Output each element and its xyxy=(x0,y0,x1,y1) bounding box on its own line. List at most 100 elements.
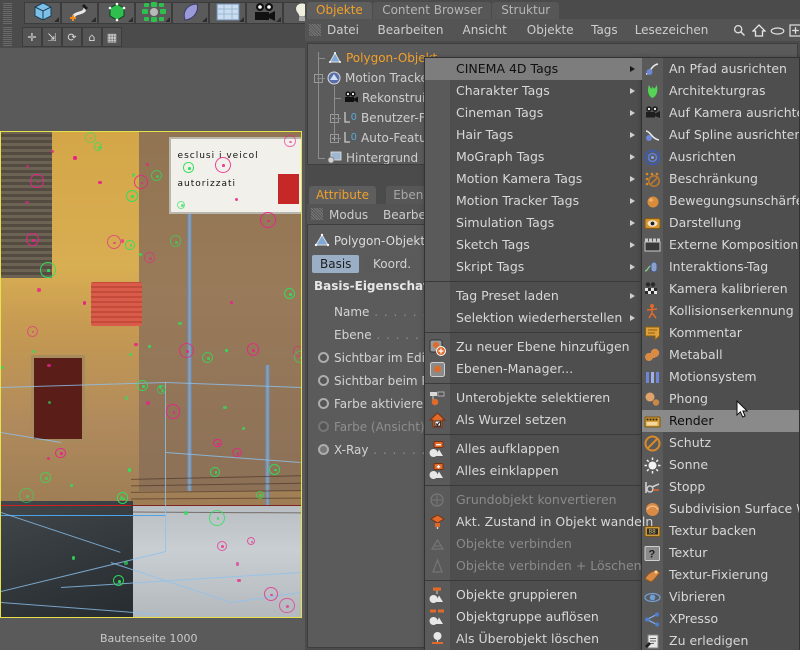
tree-item-auto-feature[interactable]: +0Auto-Feature xyxy=(330,128,439,148)
menu-item-objekte[interactable]: Objekte xyxy=(527,21,574,39)
context-menu-item-alles-aufklappen[interactable]: Alles aufklappen xyxy=(425,438,642,460)
manager-tab-content-browser[interactable]: Content Browser xyxy=(373,2,492,19)
tree-item-polygon-objekt[interactable]: Polygon-Objekt xyxy=(314,48,437,68)
context-menu-item-selektion-wiederherstellen[interactable]: Selektion wiederherstellen xyxy=(425,307,642,329)
submenu-item-darstellung[interactable]: Darstellung xyxy=(642,212,799,234)
context-menu-item-als-berobjekt-l-schen[interactable]: Als Überobjekt löschen xyxy=(425,628,642,650)
tree-item-hintergrund[interactable]: Hintergrund xyxy=(314,148,418,164)
attr-menu-modus[interactable]: Modus xyxy=(329,206,368,224)
move-tool[interactable]: ✛ xyxy=(22,27,42,47)
context-menu-item-cinema-4d-tags[interactable]: CINEMA 4D Tags xyxy=(425,58,642,80)
property-tab-koord[interactable]: Koord. xyxy=(365,255,420,273)
cinema4d-tags-submenu[interactable]: An Pfad ausrichten Architekturgras Auf Kam… xyxy=(641,57,800,650)
property-toggle[interactable] xyxy=(318,375,329,386)
submenu-item-zu-erledigen[interactable]: Zu erledigen xyxy=(642,630,799,650)
menu-item-ansicht[interactable]: Ansicht xyxy=(463,21,507,39)
viewport-footage[interactable]: esclusi i veicol autorizzati xyxy=(0,131,302,618)
manager-tab-struktur[interactable]: Struktur xyxy=(492,2,560,19)
context-menu-item-objekte-verbinden-l-schen[interactable]: Objekte verbinden + Löschen xyxy=(425,555,642,577)
submenu-item-kollisionserkennung[interactable]: Kollisionserkennung xyxy=(642,300,799,322)
toolbar-grip[interactable] xyxy=(3,2,12,24)
context-menu-item-charakter-tags[interactable]: Charakter Tags xyxy=(425,80,642,102)
context-menu-item-zu-neuer-ebene-hinzuf-gen[interactable]: Zu neuer Ebene hinzufügen xyxy=(425,336,642,358)
submenu-item-auf-kamera-ausrichten[interactable]: Auf Kamera ausrichten xyxy=(642,102,799,124)
submenu-item-architekturgras[interactable]: Architekturgras xyxy=(642,80,799,102)
submenu-item-phong[interactable]: Phong xyxy=(642,388,799,410)
context-menu-item-als-wurzel-setzen[interactable]: Als Wurzel setzen xyxy=(425,409,642,431)
submenu-item-schutz[interactable]: Schutz xyxy=(642,432,799,454)
submenu-item-kamera-kalibrieren[interactable]: Kamera kalibrieren xyxy=(642,278,799,300)
scale-tool[interactable]: ⇲ xyxy=(42,27,62,47)
submenu-item-bewegungsunsch-rfe[interactable]: Bewegungsunschärfe xyxy=(642,190,799,212)
context-menu-item-unterobjekte-selektieren[interactable]: Unterobjekte selektieren xyxy=(425,387,642,409)
grid-tool[interactable]: ▦ xyxy=(102,27,122,47)
search-icon[interactable] xyxy=(732,23,747,38)
submenu-item-render[interactable]: Render xyxy=(642,410,799,432)
context-menu-item-motion-kamera-tags[interactable]: Motion Kamera Tags xyxy=(425,168,642,190)
context-menu-item-mograph-tags[interactable]: MoGraph Tags xyxy=(425,146,642,168)
plus-box-icon[interactable] xyxy=(788,23,800,38)
menu-item-datei[interactable]: Datei xyxy=(327,21,359,39)
submenu-item-metaball[interactable]: Metaball xyxy=(642,344,799,366)
context-menu-item-akt-zustand-in-objekt-wandeln[interactable]: Akt. Zustand in Objekt wandeln xyxy=(425,511,653,533)
nurbs-tool[interactable] xyxy=(98,2,135,24)
submenu-item-textur-fixierung[interactable]: Textur-Fixierung xyxy=(642,564,799,586)
context-menu-item-cineman-tags[interactable]: Cineman Tags xyxy=(425,102,642,124)
camera-tool[interactable] xyxy=(246,2,283,24)
secondary-toolbar-grip[interactable] xyxy=(3,26,12,46)
context-menu[interactable]: CINEMA 4D Tags Charakter Tags Cineman Tags… xyxy=(424,57,653,650)
property-toggle[interactable] xyxy=(318,398,329,409)
attr-menu-bearbei[interactable]: Bearbei xyxy=(383,206,429,224)
submenu-item-an-pfad-ausrichten[interactable]: An Pfad ausrichten xyxy=(642,58,799,80)
attr-menubar-grip[interactable] xyxy=(311,208,323,220)
submenu-item-beschr-nkung[interactable]: Beschränkung xyxy=(642,168,799,190)
submenu-item-kommentar[interactable]: Kommentar xyxy=(642,322,799,344)
submenu-item-auf-spline-ausrichten[interactable]: Auf Spline ausrichten xyxy=(642,124,799,146)
tree-item-rekonstruier[interactable]: Rekonstruier xyxy=(330,88,438,108)
submenu-item-vibrieren[interactable]: Vibrieren xyxy=(642,586,799,608)
menu-item-bearbeiten[interactable]: Bearbeiten xyxy=(378,21,444,39)
deformer-tool[interactable] xyxy=(172,2,209,24)
submenu-item-sonne[interactable]: Sonne xyxy=(642,454,799,476)
home-icon[interactable] xyxy=(751,23,766,38)
context-menu-item-hair-tags[interactable]: Hair Tags xyxy=(425,124,642,146)
context-menu-item-objektgruppe-aufl-sen[interactable]: Objektgruppe auflösen xyxy=(425,606,642,628)
property-tab-basis[interactable]: Basis xyxy=(312,255,360,273)
spline-pen-tool[interactable] xyxy=(61,2,98,24)
submenu-item-textur[interactable]: ? Textur xyxy=(642,542,799,564)
context-menu-item-motion-tracker-tags[interactable]: Motion Tracker Tags xyxy=(425,190,642,212)
submenu-item-ausrichten[interactable]: Ausrichten xyxy=(642,146,799,168)
rotate-tool[interactable]: ⟳ xyxy=(62,27,82,47)
menu-item-tags[interactable]: Tags xyxy=(591,21,618,39)
viewport-panel[interactable]: esclusi i veicol autorizzati Bautenseite… xyxy=(0,48,305,650)
submenu-item-subdivision-surface-wichtu[interactable]: Subdivision Surface Wichtu xyxy=(642,498,799,520)
property-toggle[interactable] xyxy=(318,444,329,455)
cube-tool[interactable] xyxy=(24,1,61,24)
scene-tool[interactable] xyxy=(209,2,246,24)
eye-icon[interactable] xyxy=(770,23,785,38)
submenu-item-motionsystem[interactable]: Motionsystem xyxy=(642,366,799,388)
submenu-item-stopp[interactable]: Stopp xyxy=(642,476,799,498)
submenu-item-interaktions-tag[interactable]: Interaktions-Tag xyxy=(642,256,799,278)
menu-item-lesezeichen[interactable]: Lesezeichen xyxy=(635,21,709,39)
render-tool[interactable]: ⌂ xyxy=(82,27,102,47)
submenu-item-textur-backen[interactable]: 88 Textur backen xyxy=(642,520,799,542)
submenu-item-externe-komposition[interactable]: Externe Komposition xyxy=(642,234,799,256)
attribute-tab-attribute[interactable]: Attribute xyxy=(309,186,376,204)
context-menu-item-alles-einklappen[interactable]: Alles einklappen xyxy=(425,460,642,482)
context-menu-item-skript-tags[interactable]: Skript Tags xyxy=(425,256,642,278)
context-menu-item-ebenen-manager[interactable]: Ebenen-Manager... xyxy=(425,358,642,380)
manager-tab-objekte[interactable]: Objekte xyxy=(307,2,372,19)
context-menu-item-objekte-verbinden[interactable]: Objekte verbinden xyxy=(425,533,642,555)
property-toggle[interactable] xyxy=(318,421,329,432)
context-menu-item-sketch-tags[interactable]: Sketch Tags xyxy=(425,234,642,256)
menubar-grip[interactable] xyxy=(309,24,321,36)
submenu-item-xpresso[interactable]: XPresso xyxy=(642,608,799,630)
property-toggle[interactable] xyxy=(318,352,329,363)
context-menu-item-grundobjekt-konvertieren[interactable]: Grundobjekt konvertieren xyxy=(425,489,642,511)
tree-item-motion-tracker[interactable]: -Motion Tracker xyxy=(314,68,433,88)
context-menu-item-tag-preset-laden[interactable]: Tag Preset laden xyxy=(425,285,642,307)
array-tool[interactable] xyxy=(135,1,172,24)
context-menu-item-objekte-gruppieren[interactable]: Objekte gruppieren xyxy=(425,584,642,606)
context-menu-item-simulation-tags[interactable]: Simulation Tags xyxy=(425,212,642,234)
